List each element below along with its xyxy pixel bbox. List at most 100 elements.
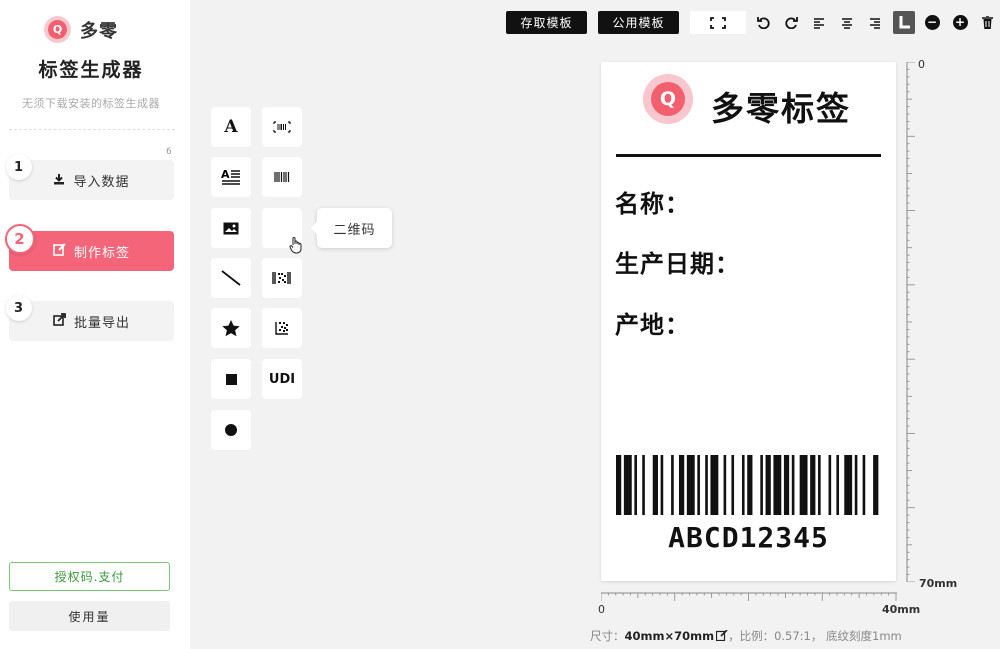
trash-icon	[981, 16, 993, 29]
barcode-bar	[616, 455, 622, 515]
barcode-bar	[760, 455, 763, 515]
step-batch-export[interactable]: 3 批量导出	[6, 295, 174, 341]
tool-barcode[interactable]	[262, 157, 302, 197]
label-canvas[interactable]: Q 多零标签 名称： 生产日期： 产地： ABCD12345	[601, 62, 896, 581]
barcode-bar	[634, 455, 637, 515]
udi-label: UDI	[268, 371, 296, 387]
label-title[interactable]: 多零标签	[711, 82, 851, 130]
barcode-bar	[862, 455, 866, 515]
barcode-bar	[844, 455, 853, 515]
status-bar: 尺寸：40mm×70mm ，比例：0.57:1， 底纹刻度1mm	[590, 628, 902, 644]
barcode-icon	[274, 172, 290, 182]
save-template-button[interactable]: 存取模板	[506, 11, 587, 34]
fullscreen-button[interactable]	[690, 11, 746, 34]
align-left-button[interactable]	[808, 11, 830, 34]
tool-circle[interactable]	[211, 410, 251, 450]
size-value: 40mm×70mm	[624, 629, 715, 643]
barcode-bar	[810, 455, 816, 515]
barcode-bar	[671, 455, 674, 515]
barcode-bar	[741, 455, 745, 515]
tool-barcode-scan[interactable]	[262, 107, 302, 147]
horizontal-ruler	[601, 592, 897, 601]
barcode-bar	[765, 455, 771, 515]
size-prefix: 尺寸：	[590, 629, 625, 643]
step-import-data[interactable]: 1 导入数据	[6, 154, 174, 200]
barcode-bar	[623, 455, 632, 515]
barcode-bar	[783, 455, 790, 515]
barcode-bar	[678, 455, 685, 515]
sidebar-divider	[9, 129, 175, 130]
barcode-text[interactable]: ABCD12345	[601, 521, 896, 554]
barcode-bar	[710, 455, 719, 515]
ruler-corner-icon	[899, 16, 910, 29]
barcode-bar	[652, 455, 658, 515]
delete-button[interactable]	[976, 11, 998, 34]
label-separator-line[interactable]	[616, 154, 881, 157]
tool-datamatrix-barcode[interactable]	[262, 258, 302, 298]
barcode-bar	[873, 455, 879, 515]
logo-text: 多零	[80, 20, 118, 42]
align-left-icon	[814, 17, 824, 29]
step-number: 1	[6, 154, 32, 180]
matrix-code-icon	[275, 322, 288, 335]
label-logo-icon[interactable]: Q	[643, 74, 693, 124]
label-field-name[interactable]: 名称：	[615, 184, 690, 219]
redo-icon	[784, 17, 798, 29]
barcode-scan-icon	[273, 121, 291, 133]
undo-button[interactable]	[752, 11, 774, 34]
fullscreen-icon	[710, 16, 726, 29]
barcode-bar	[660, 455, 664, 515]
step-label: 制作标签	[73, 245, 130, 261]
text-tool-icon: A	[224, 117, 238, 137]
circle-icon	[225, 424, 237, 436]
label-logo-letter: Q	[651, 82, 685, 116]
tool-udi[interactable]: UDI	[262, 359, 302, 399]
h-ruler-end: 40mm	[882, 603, 921, 616]
step-make-label[interactable]: 2 制作标签	[5, 224, 174, 271]
barcode-bar	[686, 455, 695, 515]
usage-button[interactable]: 使用量	[9, 601, 170, 631]
v-ruler-end: 70mm	[919, 577, 958, 590]
label-field-origin[interactable]: 产地：	[615, 305, 690, 340]
align-right-button[interactable]	[864, 11, 886, 34]
public-template-button[interactable]: 公用模板	[598, 11, 679, 34]
tool-rectangle[interactable]	[211, 359, 251, 399]
barcode-bar	[836, 455, 840, 515]
zoom-out-button[interactable]: −	[921, 11, 943, 34]
align-right-icon	[870, 17, 880, 29]
pdf417-icon	[272, 272, 291, 284]
logo-badge-icon: Q	[44, 16, 71, 43]
data-count: 6	[166, 147, 172, 157]
redo-button[interactable]	[780, 11, 802, 34]
multiline-text-icon: A	[221, 168, 240, 185]
license-pay-button[interactable]: 授权码.支付	[9, 562, 170, 591]
barcode-bar	[791, 455, 795, 515]
tool-qr-matrix[interactable]	[262, 308, 302, 348]
barcode-bar	[731, 455, 735, 515]
barcode-bar	[799, 455, 808, 515]
barcode-bar	[697, 455, 700, 515]
zoom-in-button[interactable]: +	[949, 11, 971, 34]
plus-circle-icon: +	[952, 15, 968, 30]
app-subtitle: 无须下载安装的标签生成器	[22, 97, 160, 110]
tool-image[interactable]	[211, 208, 251, 248]
label-barcode[interactable]	[616, 455, 881, 515]
tool-line[interactable]	[211, 258, 251, 298]
tool-star[interactable]	[211, 308, 251, 348]
barcode-bar	[773, 455, 782, 515]
undo-icon	[756, 17, 770, 29]
label-field-production-date[interactable]: 生产日期：	[615, 244, 740, 279]
align-center-button[interactable]	[836, 11, 858, 34]
minus-circle-icon: −	[924, 15, 940, 30]
tool-text[interactable]: A	[211, 107, 251, 147]
h-ruler-start: 0	[598, 603, 605, 616]
ruler-toggle-button[interactable]	[893, 11, 915, 34]
barcode-bar	[723, 455, 727, 515]
barcode-bar	[828, 455, 832, 515]
tool-multiline-text[interactable]: A	[211, 157, 251, 197]
barcode-bar	[705, 455, 708, 515]
step-label: 导入数据	[73, 174, 130, 190]
edit-icon	[53, 243, 66, 259]
image-icon	[223, 222, 239, 234]
edit-size-icon[interactable]	[715, 629, 728, 642]
